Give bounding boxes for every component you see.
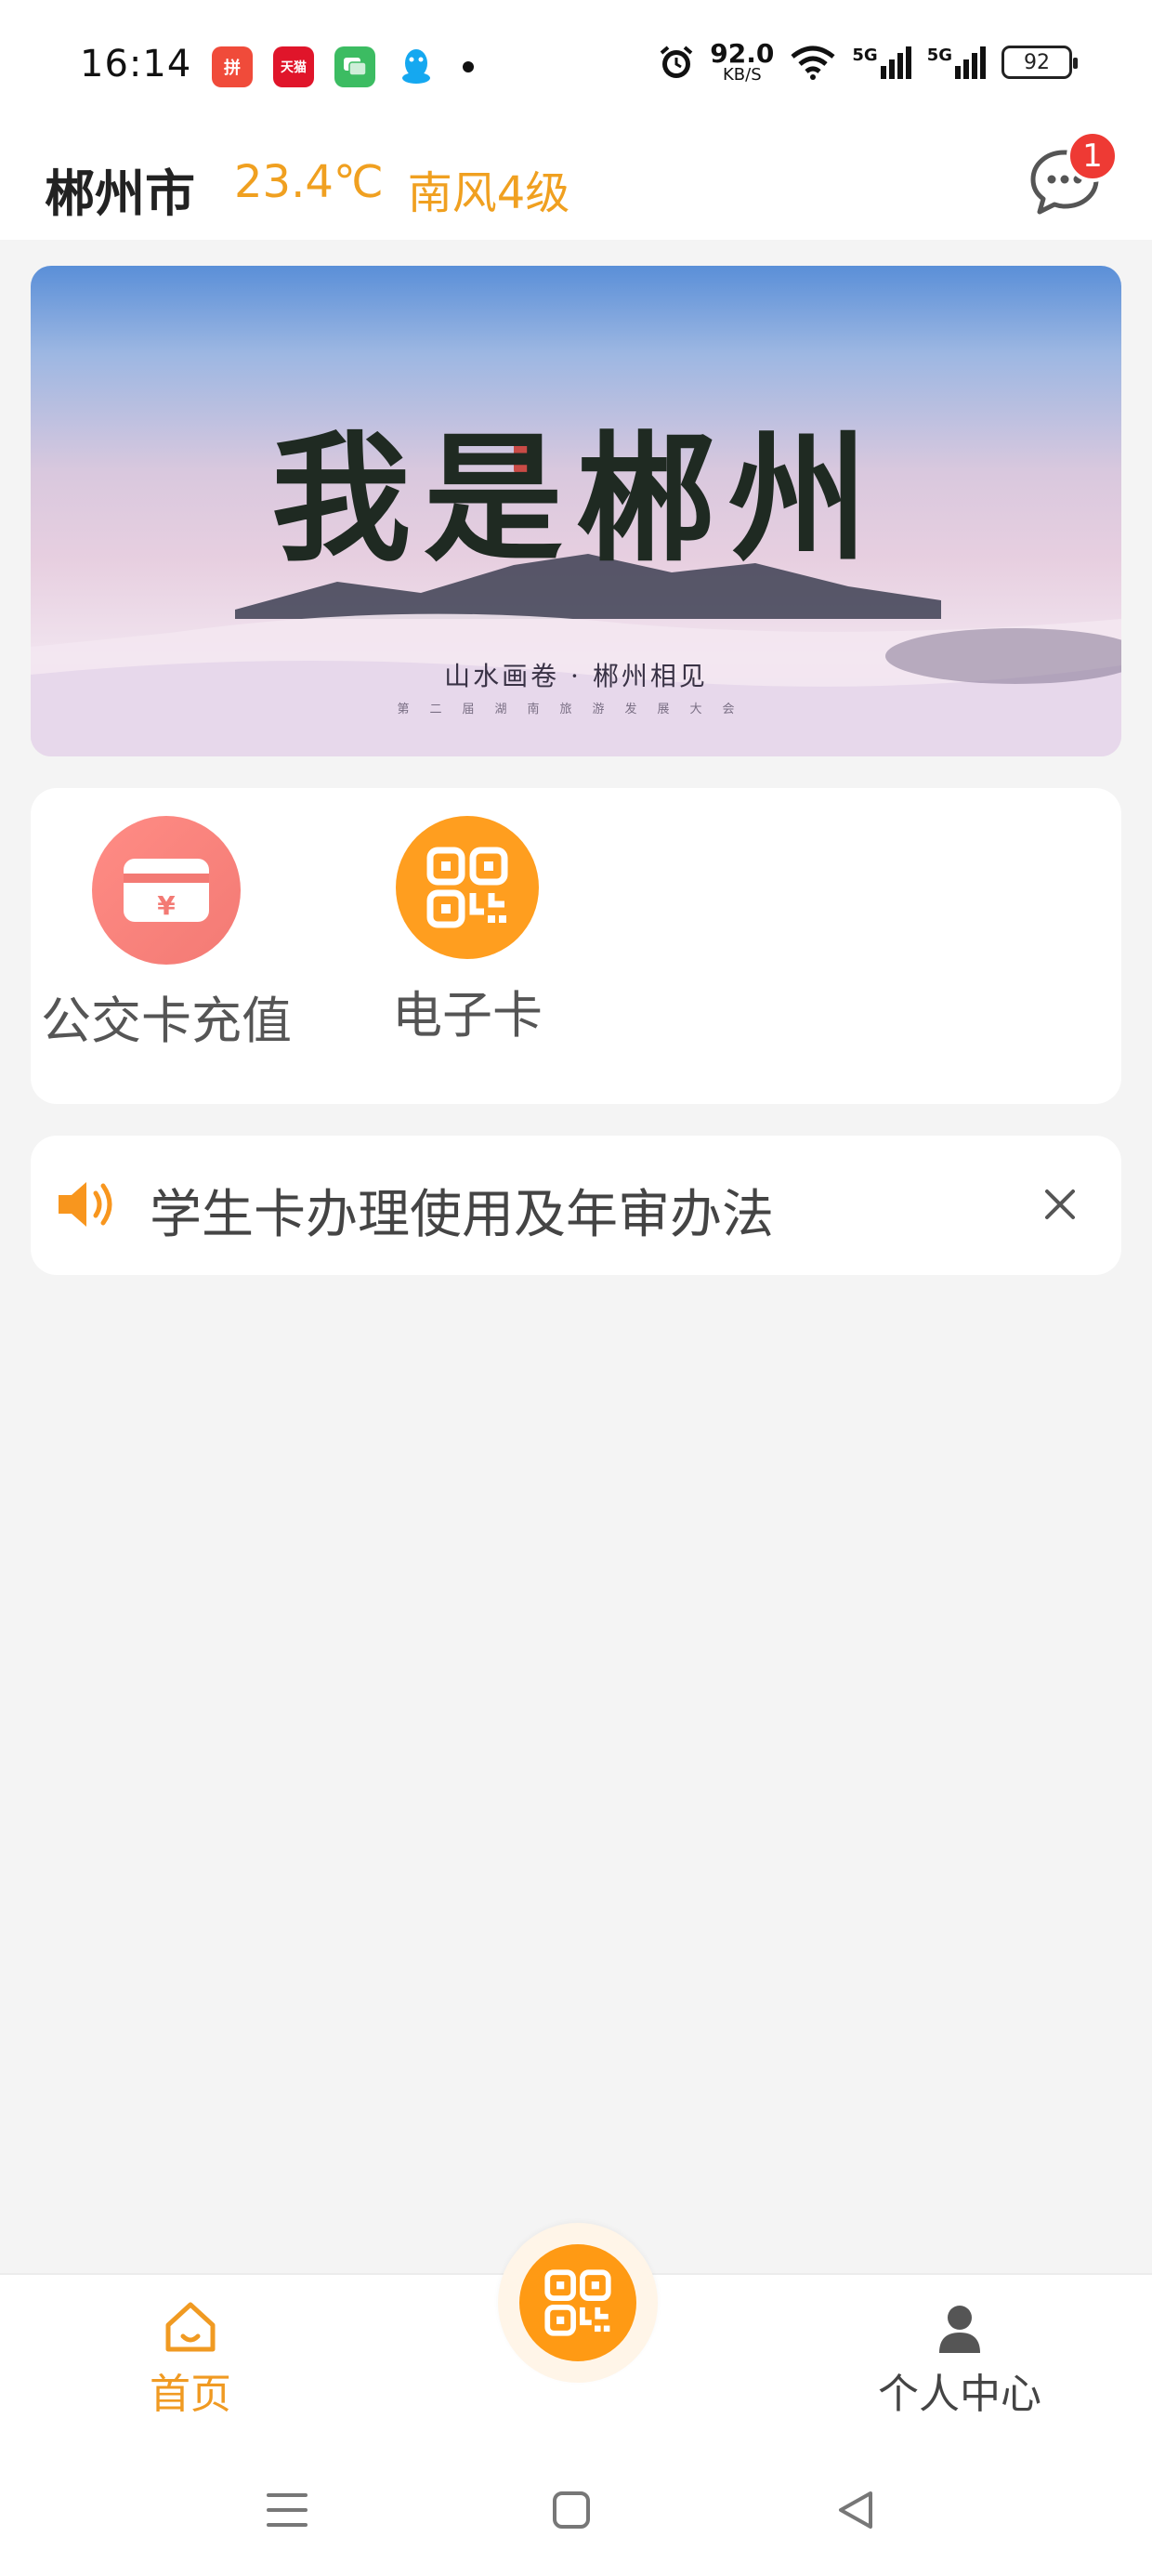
svg-text:¥: ¥: [157, 890, 176, 921]
service-card-recharge[interactable]: ¥ 公交卡充值: [31, 816, 302, 1053]
service-e-card[interactable]: 电子卡: [356, 816, 579, 1047]
banner-caption: 第二届湖南旅游发展大会: [397, 703, 755, 716]
more-notifications-dot: [463, 61, 474, 72]
system-navigation-bar: [0, 2444, 1152, 2576]
card-recharge-icon: ¥: [92, 816, 241, 965]
status-time: 16:14: [80, 43, 192, 85]
qq-icon: [396, 46, 437, 87]
service-label: 公交卡充值: [41, 992, 292, 1050]
service-label: 电子卡: [392, 986, 543, 1045]
status-indicators: 92.0 KB/S 5G 5G 92: [658, 38, 1078, 85]
notification-app-icons: 拼 天猫: [212, 46, 474, 87]
city-selector[interactable]: 郴州市: [45, 152, 195, 226]
tab-profile-label: 个人中心: [878, 2371, 1041, 2418]
wind: 南风4级: [407, 167, 570, 219]
temperature: 23.4℃: [234, 156, 384, 208]
home-square-icon[interactable]: [539, 2477, 604, 2543]
scan-qr-button[interactable]: [498, 2223, 658, 2383]
qr-code-icon: [544, 2269, 611, 2336]
weather-info: 23.4℃ 南风4级: [234, 156, 569, 221]
banner-title: 我是郴州: [270, 417, 881, 581]
alarm-icon: [660, 46, 693, 78]
signal-1-icon: 5G: [852, 46, 911, 79]
services-card: ¥ 公交卡充值 电子卡: [31, 788, 1121, 1104]
tmall-icon: 天猫: [273, 46, 314, 87]
qr-code-icon: [396, 816, 539, 959]
network-speed: 92.0 KB/S: [710, 38, 775, 85]
battery-icon: 92: [1001, 46, 1078, 79]
notice-text[interactable]: 学生卡办理使用及年审办法: [150, 1173, 774, 1248]
pinduoduo-icon: 拼: [212, 46, 253, 87]
notice-bar[interactable]: 学生卡办理使用及年审办法: [31, 1136, 1121, 1275]
speaker-icon: [59, 1182, 112, 1227]
app-header: 郴州市 23.4℃ 南风4级 1: [0, 130, 1152, 240]
tab-home-label: 首页: [150, 2371, 231, 2418]
scan-qr-fab[interactable]: [519, 2244, 636, 2361]
messages-icon: [334, 46, 375, 87]
home-icon: [165, 2302, 216, 2352]
tab-home[interactable]: 首页: [130, 2299, 251, 2420]
close-icon[interactable]: [1034, 1178, 1086, 1230]
tab-profile[interactable]: 个人中心: [862, 2299, 1057, 2420]
menu-icon[interactable]: [255, 2477, 320, 2543]
banner-subtitle: 山水画卷 · 郴州相见: [444, 661, 708, 691]
wifi-icon: [791, 46, 835, 80]
promo-banner[interactable]: 我是郴州 山水画卷 · 郴州相见 第二届湖南旅游发展大会: [31, 266, 1121, 756]
back-triangle-icon[interactable]: [823, 2477, 888, 2543]
unread-badge: 1: [1067, 130, 1119, 182]
signal-2-icon: 5G: [927, 46, 987, 79]
user-icon: [939, 2306, 980, 2353]
status-bar: 16:14 拼 天猫 92.0 KB/S 5G 5G 92: [0, 0, 1152, 130]
